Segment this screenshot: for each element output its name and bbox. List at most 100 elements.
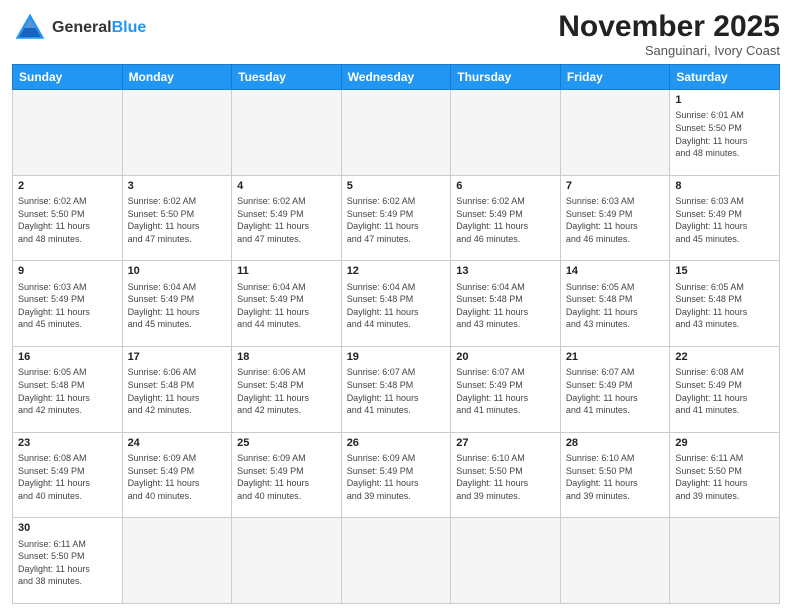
day-info: Sunrise: 6:07 AM Sunset: 5:48 PM Dayligh… [347, 366, 446, 416]
day-number: 2 [18, 179, 117, 194]
day-info: Sunrise: 6:05 AM Sunset: 5:48 PM Dayligh… [18, 366, 117, 416]
calendar-cell: 26Sunrise: 6:09 AM Sunset: 5:49 PM Dayli… [341, 432, 451, 518]
logo-text: GeneralBlue [52, 18, 146, 37]
day-info: Sunrise: 6:04 AM Sunset: 5:49 PM Dayligh… [128, 281, 227, 331]
calendar-header-thursday: Thursday [451, 65, 561, 90]
day-info: Sunrise: 6:07 AM Sunset: 5:49 PM Dayligh… [566, 366, 665, 416]
day-info: Sunrise: 6:09 AM Sunset: 5:49 PM Dayligh… [237, 452, 336, 502]
day-info: Sunrise: 6:10 AM Sunset: 5:50 PM Dayligh… [456, 452, 555, 502]
calendar-table: SundayMondayTuesdayWednesdayThursdayFrid… [12, 64, 780, 604]
month-title: November 2025 [558, 10, 780, 43]
calendar-cell: 11 Sunrise: 6:04 AM Sunset: 5:49 PM Dayli… [232, 261, 342, 347]
calendar-cell [670, 518, 780, 604]
day-number: 27 [456, 436, 555, 451]
day-number: 1 [675, 93, 774, 108]
calendar-cell: 12 Sunrise: 6:04 AM Sunset: 5:48 PM Dayli… [341, 261, 451, 347]
day-info: Sunrise: 6:04 AM Sunset: 5:48 PM Dayligh… [347, 281, 446, 331]
logo-icon [12, 10, 48, 46]
calendar-cell: 13 Sunrise: 6:04 AM Sunset: 5:48 PM Dayli… [451, 261, 561, 347]
day-number: 4 [237, 179, 336, 194]
day-number: 22 [675, 350, 774, 365]
day-number: 21 [566, 350, 665, 365]
day-info: Sunrise: 6:02 AM Sunset: 5:50 PM Dayligh… [128, 195, 227, 245]
calendar-cell [13, 90, 123, 176]
day-number: 30 [18, 521, 117, 536]
calendar-cell: 21Sunrise: 6:07 AM Sunset: 5:49 PM Dayli… [560, 346, 670, 432]
calendar-header-monday: Monday [122, 65, 232, 90]
calendar-cell: 15 Sunrise: 6:05 AM Sunset: 5:48 PM Dayli… [670, 261, 780, 347]
calendar-cell: 9 Sunrise: 6:03 AM Sunset: 5:49 PM Daylig… [13, 261, 123, 347]
day-info: Sunrise: 6:01 AM Sunset: 5:50 PM Dayligh… [675, 109, 774, 159]
day-number: 19 [347, 350, 446, 365]
subtitle: Sanguinari, Ivory Coast [558, 43, 780, 58]
day-info: Sunrise: 6:06 AM Sunset: 5:48 PM Dayligh… [128, 366, 227, 416]
calendar-cell: 23Sunrise: 6:08 AM Sunset: 5:49 PM Dayli… [13, 432, 123, 518]
day-number: 8 [675, 179, 774, 194]
day-info: Sunrise: 6:03 AM Sunset: 5:49 PM Dayligh… [566, 195, 665, 245]
day-info: Sunrise: 6:09 AM Sunset: 5:49 PM Dayligh… [347, 452, 446, 502]
day-number: 5 [347, 179, 446, 194]
day-number: 13 [456, 264, 555, 279]
calendar-cell: 19Sunrise: 6:07 AM Sunset: 5:48 PM Dayli… [341, 346, 451, 432]
day-info: Sunrise: 6:10 AM Sunset: 5:50 PM Dayligh… [566, 452, 665, 502]
calendar-header-friday: Friday [560, 65, 670, 90]
day-info: Sunrise: 6:05 AM Sunset: 5:48 PM Dayligh… [675, 281, 774, 331]
day-info: Sunrise: 6:02 AM Sunset: 5:49 PM Dayligh… [456, 195, 555, 245]
page: GeneralBlue November 2025 Sanguinari, Iv… [0, 0, 792, 612]
day-number: 12 [347, 264, 446, 279]
calendar-week-2: 2 Sunrise: 6:02 AM Sunset: 5:50 PM Daylig… [13, 175, 780, 261]
day-info: Sunrise: 6:06 AM Sunset: 5:48 PM Dayligh… [237, 366, 336, 416]
calendar-cell: 29Sunrise: 6:11 AM Sunset: 5:50 PM Dayli… [670, 432, 780, 518]
day-info: Sunrise: 6:08 AM Sunset: 5:49 PM Dayligh… [18, 452, 117, 502]
calendar-cell: 22Sunrise: 6:08 AM Sunset: 5:49 PM Dayli… [670, 346, 780, 432]
day-number: 23 [18, 436, 117, 451]
calendar-cell [341, 90, 451, 176]
day-number: 16 [18, 350, 117, 365]
calendar-cell [122, 90, 232, 176]
day-info: Sunrise: 6:11 AM Sunset: 5:50 PM Dayligh… [675, 452, 774, 502]
day-number: 18 [237, 350, 336, 365]
day-number: 11 [237, 264, 336, 279]
calendar-cell [451, 518, 561, 604]
calendar-cell [560, 518, 670, 604]
calendar-cell: 3Sunrise: 6:02 AM Sunset: 5:50 PM Daylig… [122, 175, 232, 261]
day-info: Sunrise: 6:11 AM Sunset: 5:50 PM Dayligh… [18, 538, 117, 588]
calendar-cell: 14Sunrise: 6:05 AM Sunset: 5:48 PM Dayli… [560, 261, 670, 347]
calendar-cell: 18Sunrise: 6:06 AM Sunset: 5:48 PM Dayli… [232, 346, 342, 432]
day-info: Sunrise: 6:04 AM Sunset: 5:49 PM Dayligh… [237, 281, 336, 331]
calendar-week-4: 16Sunrise: 6:05 AM Sunset: 5:48 PM Dayli… [13, 346, 780, 432]
day-number: 3 [128, 179, 227, 194]
calendar-cell: 17Sunrise: 6:06 AM Sunset: 5:48 PM Dayli… [122, 346, 232, 432]
logo-blue: Blue [112, 19, 147, 36]
calendar-week-6: 30 Sunrise: 6:11 AM Sunset: 5:50 PM Dayli… [13, 518, 780, 604]
calendar-header-sunday: Sunday [13, 65, 123, 90]
calendar-cell [341, 518, 451, 604]
calendar-header-saturday: Saturday [670, 65, 780, 90]
day-info: Sunrise: 6:08 AM Sunset: 5:49 PM Dayligh… [675, 366, 774, 416]
header: GeneralBlue November 2025 Sanguinari, Iv… [12, 10, 780, 58]
day-number: 7 [566, 179, 665, 194]
day-info: Sunrise: 6:03 AM Sunset: 5:49 PM Dayligh… [18, 281, 117, 331]
day-number: 25 [237, 436, 336, 451]
day-number: 14 [566, 264, 665, 279]
calendar-header-row: SundayMondayTuesdayWednesdayThursdayFrid… [13, 65, 780, 90]
calendar-cell: 1Sunrise: 6:01 AM Sunset: 5:50 PM Daylig… [670, 90, 780, 176]
calendar-week-5: 23Sunrise: 6:08 AM Sunset: 5:49 PM Dayli… [13, 432, 780, 518]
calendar-cell: 24Sunrise: 6:09 AM Sunset: 5:49 PM Dayli… [122, 432, 232, 518]
day-number: 6 [456, 179, 555, 194]
day-number: 9 [18, 264, 117, 279]
calendar-cell: 10Sunrise: 6:04 AM Sunset: 5:49 PM Dayli… [122, 261, 232, 347]
calendar-cell [232, 518, 342, 604]
calendar-cell: 30 Sunrise: 6:11 AM Sunset: 5:50 PM Dayli… [13, 518, 123, 604]
day-info: Sunrise: 6:04 AM Sunset: 5:48 PM Dayligh… [456, 281, 555, 331]
day-number: 15 [675, 264, 774, 279]
calendar-cell: 28Sunrise: 6:10 AM Sunset: 5:50 PM Dayli… [560, 432, 670, 518]
calendar-cell [560, 90, 670, 176]
day-info: Sunrise: 6:03 AM Sunset: 5:49 PM Dayligh… [675, 195, 774, 245]
calendar-cell: 6Sunrise: 6:02 AM Sunset: 5:49 PM Daylig… [451, 175, 561, 261]
day-number: 26 [347, 436, 446, 451]
calendar-week-1: 1Sunrise: 6:01 AM Sunset: 5:50 PM Daylig… [13, 90, 780, 176]
day-number: 29 [675, 436, 774, 451]
calendar-cell [451, 90, 561, 176]
day-info: Sunrise: 6:07 AM Sunset: 5:49 PM Dayligh… [456, 366, 555, 416]
